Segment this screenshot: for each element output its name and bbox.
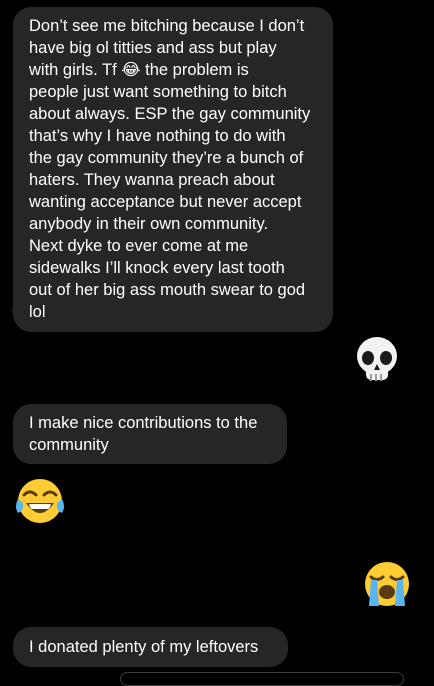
- incoming-message-bubble[interactable]: I make nice contributions to the communi…: [13, 404, 287, 464]
- message-input-edge: [120, 672, 404, 686]
- message-text: I make nice contributions to the communi…: [29, 414, 258, 454]
- skull-emoji[interactable]: [354, 336, 400, 386]
- tears-of-joy-emoji[interactable]: [14, 477, 66, 525]
- loudly-crying-emoji[interactable]: [362, 560, 412, 608]
- incoming-message-bubble[interactable]: I donated plenty of my leftovers: [13, 627, 288, 667]
- message-text: Don’t see me bitching because I don’t ha…: [29, 17, 311, 321]
- message-text: I donated plenty of my leftovers: [29, 638, 259, 656]
- incoming-message-bubble[interactable]: Don’t see me bitching because I don’t ha…: [13, 7, 333, 332]
